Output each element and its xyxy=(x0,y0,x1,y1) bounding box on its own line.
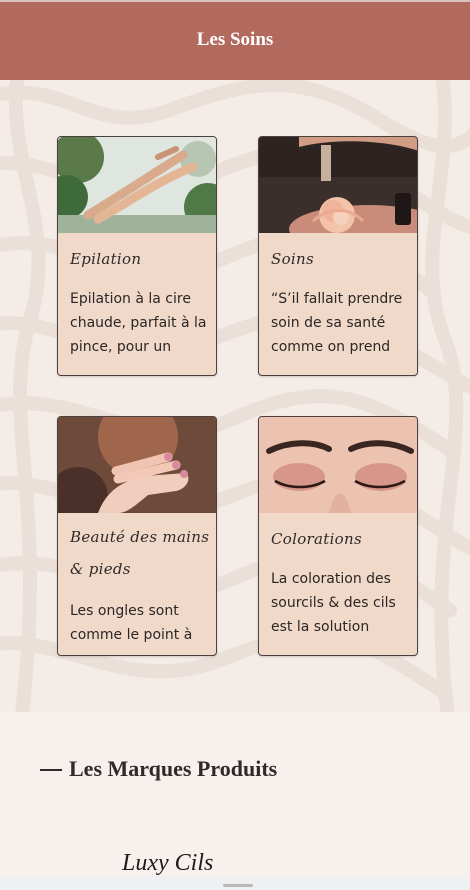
system-bottom-bar xyxy=(0,876,470,890)
service-description: Les ongles sont comme le point à xyxy=(70,603,193,643)
service-card-mains-pieds[interactable]: Beauté des mains & pieds Les ongles sont… xyxy=(57,416,217,656)
brands-heading: Les Marques Produits xyxy=(40,756,277,782)
service-title: Colorations xyxy=(271,530,362,548)
brands-title: Les Marques Produits xyxy=(69,756,278,781)
app-header: Les Soins xyxy=(0,0,470,80)
legs-image xyxy=(58,137,216,233)
rose-dropper-image xyxy=(259,137,417,233)
service-title: Soins xyxy=(271,250,314,268)
service-card-colorations[interactable]: Colorations La coloration des sourcils &… xyxy=(258,416,418,656)
service-title: Epilation xyxy=(70,250,142,268)
home-indicator[interactable] xyxy=(223,884,253,887)
service-card-epilation[interactable]: Epilation Epilation à la cire chaude, pa… xyxy=(57,136,217,376)
brands-section: Les Marques Produits Luxy Cils xyxy=(0,712,470,890)
page-title: Les Soins xyxy=(196,29,274,50)
eyes-makeup-image xyxy=(259,417,417,513)
service-description: La coloration des sourcils & des cils es… xyxy=(271,571,396,635)
service-title: Beauté des mains & pieds xyxy=(70,528,210,578)
brand-item[interactable]: Luxy Cils xyxy=(122,850,213,877)
hand-nails-image xyxy=(58,417,216,513)
heading-dash xyxy=(40,769,62,771)
service-card-soins[interactable]: Soins “S’il fallait prendre soin de sa s… xyxy=(258,136,418,376)
service-description: Epilation à la cire chaude, parfait à la… xyxy=(70,291,207,355)
service-description: “S’il fallait prendre soin de sa santé c… xyxy=(271,291,403,355)
services-section: Epilation Epilation à la cire chaude, pa… xyxy=(0,80,470,712)
